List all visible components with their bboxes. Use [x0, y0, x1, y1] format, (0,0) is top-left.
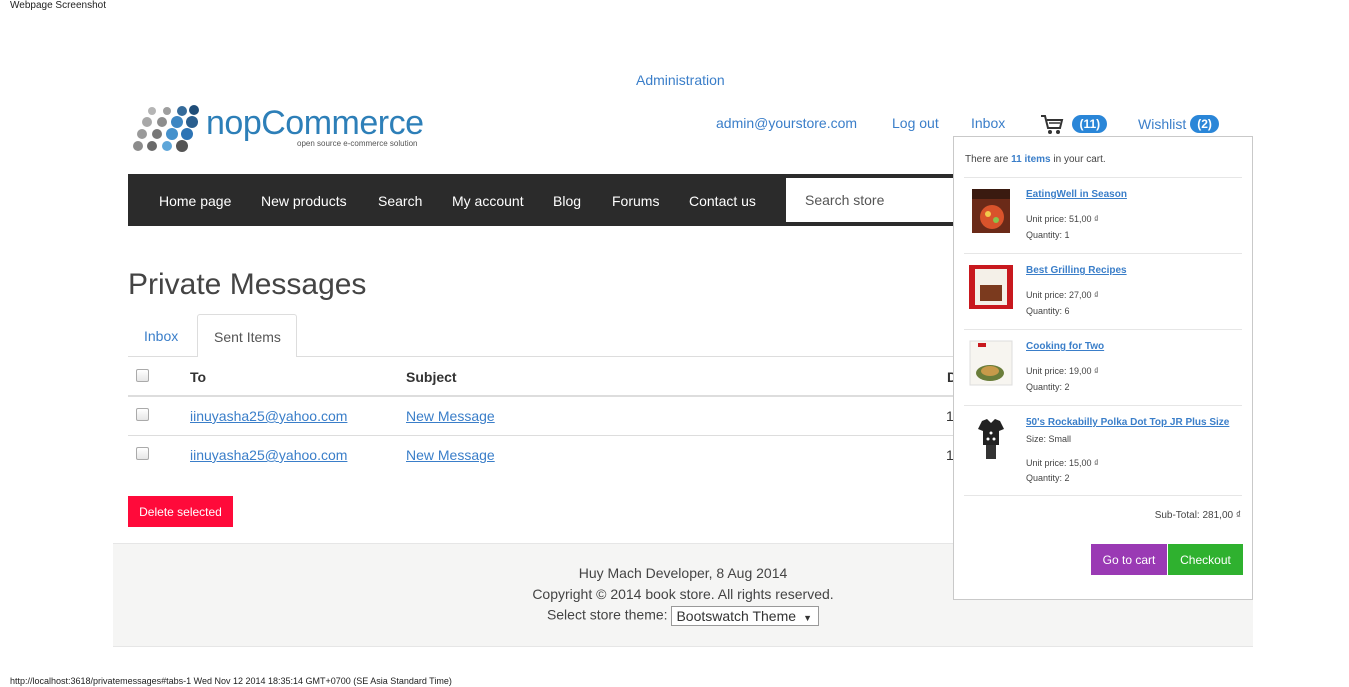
cart-summary-prefix: There are [965, 154, 1009, 165]
row-checkbox[interactable] [136, 447, 149, 460]
table-header-divider [128, 395, 958, 397]
cart-item: Cooking for Two Unit price: 19,00 ₫ Quan… [964, 329, 1242, 405]
cart-item-unit-price: Unit price: 19,00 ₫ [1026, 366, 1099, 376]
checkout-button[interactable]: Checkout [1168, 544, 1243, 575]
logo-tagline: open source e-commerce solution [297, 139, 418, 148]
cart-count-badge: (11) [1072, 115, 1108, 134]
store-logo[interactable]: nopCommerce open source e-commerce solut… [130, 102, 440, 154]
logo-text: nopCommerce [206, 104, 424, 142]
theme-select[interactable]: Bootswatch Theme ▼ [671, 606, 820, 626]
cart-item-quantity: Quantity: 2 [1026, 382, 1070, 392]
tab-inbox[interactable]: Inbox [128, 314, 197, 356]
cart-divider [964, 495, 1242, 496]
table-row-divider [128, 435, 958, 436]
theme-selector-row: Select store theme: Bootswatch Theme ▼ [113, 606, 1253, 626]
cart-subtotal: Sub-Total: 281,00 ₫ [1154, 510, 1241, 521]
wishlist-count-badge: (2) [1190, 115, 1219, 133]
column-header-to: To [190, 369, 207, 385]
nav-forums[interactable]: Forums [612, 193, 659, 209]
cart-item: EatingWell in Season Unit price: 51,00 ₫… [964, 177, 1242, 253]
product-thumbnail[interactable] [968, 339, 1014, 387]
cart-item: Best Grilling Recipes Unit price: 27,00 … [964, 253, 1242, 329]
screenshot-caption: Webpage Screenshot [10, 0, 106, 11]
inbox-link[interactable]: Inbox [971, 115, 1005, 131]
cart-item-name[interactable]: Cooking for Two [1026, 341, 1104, 352]
dropdown-arrow-icon: ▼ [803, 613, 813, 623]
row-checkbox[interactable] [136, 408, 149, 421]
tab-sent-items[interactable]: Sent Items [197, 314, 297, 357]
cart-item-name[interactable]: Best Grilling Recipes [1026, 265, 1127, 276]
nav-my-account[interactable]: My account [452, 193, 524, 209]
product-thumbnail[interactable] [968, 187, 1014, 235]
message-recipient-link[interactable]: iinuyasha25@yahoo.com [190, 408, 347, 424]
cart-item-quantity: Quantity: 2 [1026, 473, 1070, 483]
product-thumbnail[interactable] [968, 415, 1014, 463]
wishlist-link[interactable]: Wishlist (2) [1138, 115, 1219, 133]
wishlist-label: Wishlist [1138, 116, 1187, 132]
message-subject-link[interactable]: New Message [406, 408, 495, 424]
cart-summary-count[interactable]: 11 items [1011, 154, 1050, 165]
nav-contact-us[interactable]: Contact us [689, 193, 756, 209]
message-subject-link[interactable]: New Message [406, 447, 495, 463]
cart-item-unit-price: Unit price: 51,00 ₫ [1026, 214, 1099, 224]
select-all-checkbox[interactable] [136, 369, 149, 382]
cart-item: 50's Rockabilly Polka Dot Top JR Plus Si… [964, 405, 1242, 483]
screenshot-url-caption: http://localhost:3618/privatemessages#ta… [10, 676, 452, 686]
cart-item-name[interactable]: EatingWell in Season [1026, 189, 1127, 200]
administration-link[interactable]: Administration [636, 72, 725, 88]
cart-item-quantity: Quantity: 6 [1026, 306, 1070, 316]
account-link[interactable]: admin@yourstore.com [716, 115, 857, 131]
cart-item-unit-price: Unit price: 27,00 ₫ [1026, 290, 1099, 300]
product-thumbnail[interactable] [968, 263, 1014, 311]
theme-select-value: Bootswatch Theme [676, 608, 797, 624]
nav-new-products[interactable]: New products [261, 193, 347, 209]
search-input[interactable] [786, 178, 966, 222]
logout-link[interactable]: Log out [892, 115, 939, 131]
page-title: Private Messages [128, 268, 367, 301]
cart-summary-suffix: in your cart. [1053, 154, 1106, 165]
theme-selector-label: Select store theme: [546, 606, 668, 623]
go-to-cart-button[interactable]: Go to cart [1091, 544, 1167, 575]
cart-item-unit-price: Unit price: 15,00 ₫ [1026, 458, 1099, 468]
delete-selected-button[interactable]: Delete selected [128, 496, 233, 527]
column-header-subject: Subject [406, 369, 457, 385]
cart-item-attribute: Size: Small [1026, 434, 1072, 444]
cart-item-quantity: Quantity: 1 [1026, 230, 1070, 240]
message-recipient-link[interactable]: iinuyasha25@yahoo.com [190, 447, 347, 463]
cart-icon [1041, 115, 1064, 134]
flyout-cart: There are 11 items in your cart. EatingW… [953, 136, 1253, 600]
cart-item-name[interactable]: 50's Rockabilly Polka Dot Top JR Plus Si… [1026, 417, 1229, 428]
shopping-cart-link[interactable]: (11) [1040, 114, 1108, 136]
cart-summary: There are 11 items in your cart. [965, 154, 1106, 165]
nav-blog[interactable]: Blog [553, 193, 581, 209]
nav-home-page[interactable]: Home page [159, 193, 231, 209]
logo-dots-icon [133, 105, 199, 152]
nav-search[interactable]: Search [378, 193, 422, 209]
